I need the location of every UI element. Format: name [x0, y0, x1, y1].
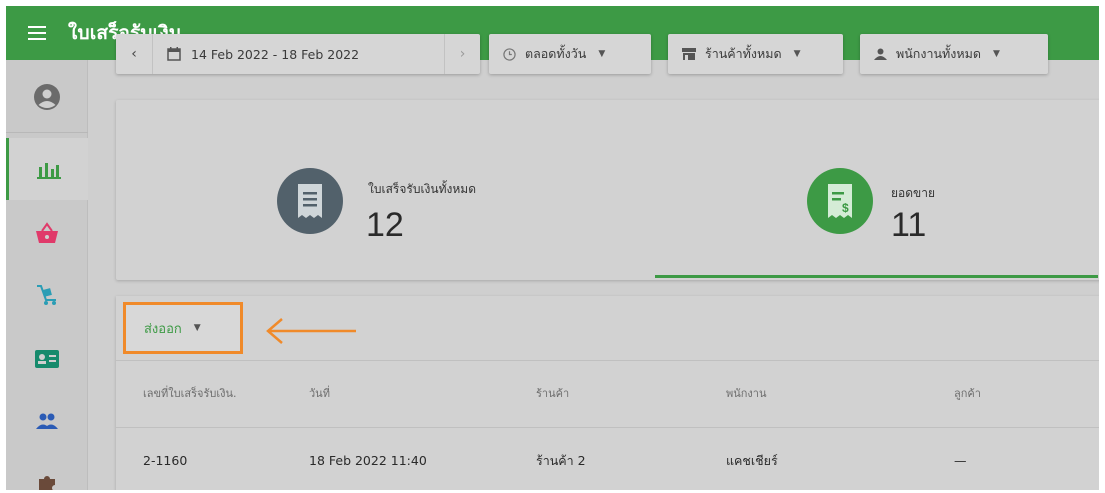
cell-date: 18 Feb 2022 11:40: [309, 453, 427, 468]
time-filter-label: ตลอดทั้งวัน: [525, 46, 587, 61]
summary-card: ใบเสร็จรับเงินทั้งหมด 12 $ ยอดขาย 11: [116, 100, 1099, 280]
date-range-button[interactable]: 14 Feb 2022 - 18 Feb 2022: [152, 34, 444, 74]
table-header: เลขที่ใบเสร็จรับเงิน. วันที่ ร้านค้า พนั…: [116, 360, 1099, 428]
sidebar-item-employees[interactable]: [6, 328, 88, 390]
sales-value: 11: [891, 206, 927, 244]
table-row[interactable]: 2-1160 18 Feb 2022 11:40 ร้านค้า 2 แคชเช…: [116, 428, 1099, 490]
receipts-label: ใบเสร็จรับเงินทั้งหมด: [368, 182, 476, 196]
sidebar-item-items[interactable]: [6, 202, 88, 264]
chevron-down-icon: ▼: [992, 49, 1000, 59]
account-icon: [34, 84, 60, 110]
chevron-down-icon: ▼: [793, 49, 801, 59]
sidebar-item-reports[interactable]: [6, 138, 88, 200]
stat-sales[interactable]: $ ยอดขาย 11: [655, 100, 1099, 280]
date-range-picker: ‹ 14 Feb 2022 - 18 Feb 2022 ›: [116, 34, 480, 74]
receipt-icon: [277, 168, 343, 234]
column-header-employee[interactable]: พนักงาน: [726, 361, 767, 427]
store-filter-label: ร้านค้าทั้งหมด: [705, 46, 782, 61]
time-filter-dropdown[interactable]: ตลอดทั้งวัน ▼: [489, 34, 651, 74]
chevron-down-icon: ▼: [193, 323, 201, 333]
sidebar: [6, 60, 88, 490]
clock-icon: [503, 47, 516, 61]
calendar-icon: [167, 47, 181, 61]
person-icon: [874, 48, 887, 60]
sidebar-item-integrations[interactable]: [6, 452, 88, 490]
date-range-text: 14 Feb 2022 - 18 Feb 2022: [191, 46, 360, 62]
app-frame: ใบเสร็จรับเงิน ‹ 14 Feb 2022 - 18 Feb 20: [6, 6, 1099, 490]
column-header-receipt-no[interactable]: เลขที่ใบเสร็จรับเงิน.: [143, 361, 237, 427]
sidebar-item-customers[interactable]: [6, 390, 88, 452]
arrow-left-icon: [266, 318, 356, 344]
store-icon: [682, 48, 696, 60]
receipts-table-card: ส่งออก ▼ เลขที่ใบเสร็จรับเงิน. วันที่ ร้…: [116, 296, 1099, 490]
export-label: ส่งออก: [144, 321, 182, 337]
cell-customer: —: [954, 453, 967, 468]
column-header-date[interactable]: วันที่: [309, 361, 330, 427]
menu-icon[interactable]: [6, 6, 68, 60]
cell-store: ร้านค้า 2: [536, 453, 586, 468]
column-header-customer[interactable]: ลูกค้า: [954, 361, 981, 427]
people-icon: [36, 413, 58, 429]
prev-period-button[interactable]: ‹: [116, 34, 152, 74]
staff-filter-label: พนักงานทั้งหมด: [896, 46, 981, 61]
cell-receipt-no: 2-1160: [143, 453, 188, 468]
id-card-icon: [35, 350, 59, 368]
column-header-store[interactable]: ร้านค้า: [536, 361, 569, 427]
export-button[interactable]: ส่งออก ▼: [123, 302, 243, 354]
staff-filter-dropdown[interactable]: พนักงานทั้งหมด ▼: [860, 34, 1048, 74]
active-tab-indicator: [655, 275, 1098, 278]
sales-label: ยอดขาย: [891, 186, 936, 200]
svg-text:$: $: [842, 201, 849, 215]
basket-icon: [36, 222, 58, 243]
cell-employee: แคชเชียร์: [726, 453, 778, 468]
chart-icon: [36, 163, 61, 179]
sidebar-divider: [6, 132, 88, 133]
stat-receipts[interactable]: ใบเสร็จรับเงินทั้งหมด 12: [116, 100, 655, 280]
store-filter-dropdown[interactable]: ร้านค้าทั้งหมด ▼: [668, 34, 843, 74]
cart-icon: [37, 285, 56, 305]
next-period-button[interactable]: ›: [444, 34, 480, 74]
chevron-down-icon: ▼: [598, 49, 606, 59]
sidebar-item-account[interactable]: [6, 66, 88, 128]
puzzle-icon: [39, 476, 55, 490]
receipts-value: 12: [366, 206, 404, 244]
receipt-dollar-icon: $: [807, 168, 873, 234]
sidebar-item-inventory[interactable]: [6, 264, 88, 326]
